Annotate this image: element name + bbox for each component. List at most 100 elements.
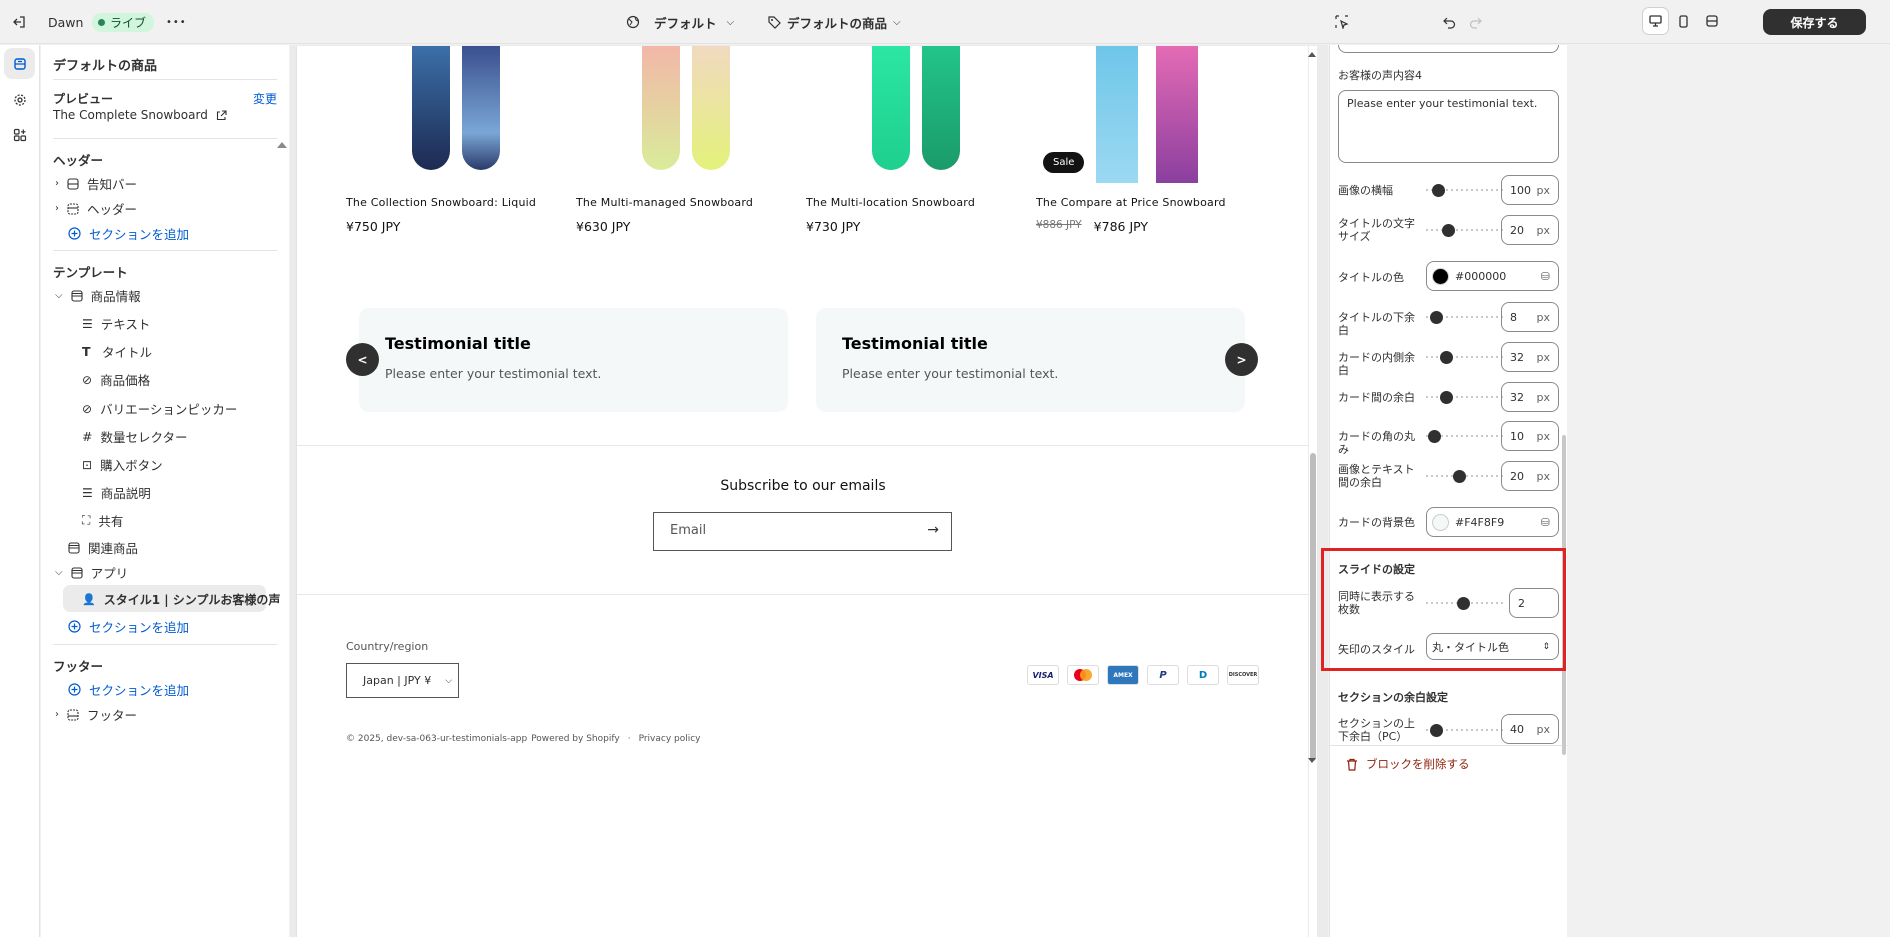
settings-nav-button[interactable]	[4, 84, 35, 115]
block-quantity-selector[interactable]: # 数量セレクター	[82, 427, 188, 446]
add-section-template-button[interactable]: セクションを追加	[68, 617, 189, 636]
title-bottom-input[interactable]: 8 px	[1501, 302, 1559, 332]
country-value: Japan | JPY ¥	[363, 674, 432, 687]
apps-nav-button[interactable]	[4, 119, 35, 150]
change-preview-link[interactable]: 変更	[253, 90, 277, 107]
add-section-label: セクションを追加	[89, 620, 190, 635]
product-card[interactable]: The Multi-managed Snowboard ¥630 JPY	[576, 46, 776, 234]
device-toggle	[1643, 8, 1724, 36]
inspector-button[interactable]	[1335, 0, 1349, 44]
card-padding-input[interactable]: 32 px	[1501, 342, 1559, 372]
color-swatch[interactable]	[1432, 513, 1449, 531]
sidebar-item-product-info[interactable]: ⌵ 商品情報	[55, 286, 141, 305]
image-text-gap-input[interactable]: 20 px	[1501, 461, 1559, 491]
product-name: The Multi-location Snowboard	[806, 196, 975, 209]
redo-button[interactable]	[1469, 0, 1482, 44]
block-share[interactable]: ⛶ 共有	[82, 511, 123, 530]
user-app-icon: 👤	[82, 593, 96, 606]
section-icon	[68, 541, 80, 554]
title-bottom-slider[interactable]	[1426, 310, 1504, 324]
sidebar-item-announcement-bar[interactable]: › 告知バー	[55, 174, 137, 193]
section-padding-pc-slider[interactable]	[1426, 723, 1504, 737]
country-selector[interactable]: Japan | JPY ¥ ⌵	[346, 663, 459, 698]
sidebar-item-apps[interactable]: ⌵ アプリ	[55, 563, 128, 582]
block-price[interactable]: ⊘ 商品価格	[82, 370, 150, 389]
block-buy-button[interactable]: ⊡ 購入ボタン	[82, 455, 163, 474]
slider-handle[interactable]	[1440, 391, 1453, 404]
sidebar-item-header[interactable]: › ヘッダー	[55, 199, 137, 218]
block-testimonials-app[interactable]: 👤 スタイル1 | シンプルお客様の声	[82, 591, 280, 608]
title-font-size-slider[interactable]	[1426, 223, 1504, 237]
mobile-view-button[interactable]	[1671, 8, 1696, 34]
testimonial-title-field[interactable]	[1338, 45, 1559, 53]
block-title[interactable]: T タイトル	[82, 342, 152, 361]
fullscreen-view-button[interactable]	[1699, 8, 1724, 34]
card-padding-slider[interactable]	[1426, 350, 1504, 364]
sections-nav-button[interactable]	[4, 48, 35, 79]
slider-handle[interactable]	[1430, 724, 1443, 737]
delete-block-button[interactable]: ブロックを削除する	[1346, 756, 1470, 772]
scroll-up-icon[interactable]	[1308, 52, 1316, 57]
title-color-picker[interactable]: #000000 ⛁	[1426, 261, 1559, 291]
slider-handle[interactable]	[1430, 311, 1443, 324]
desktop-view-button[interactable]	[1643, 8, 1668, 34]
more-actions-button[interactable]: •••	[166, 0, 187, 44]
block-variant-picker[interactable]: ⊘ バリエーションピッカー	[82, 399, 237, 418]
sidebar-item-footer[interactable]: › フッター	[55, 705, 137, 724]
scroll-up-icon[interactable]	[277, 142, 287, 148]
database-icon[interactable]: ⛁	[1541, 516, 1550, 529]
add-section-header-button[interactable]: セクションを追加	[68, 224, 189, 243]
separator-dot: ·	[627, 734, 631, 744]
email-field[interactable]: Email →	[653, 512, 952, 551]
exit-button[interactable]	[12, 0, 26, 44]
card-gap-input[interactable]: 32 px	[1501, 382, 1559, 412]
globe-icon	[626, 15, 640, 29]
product-card[interactable]: The Multi-location Snowboard ¥730 JPY	[806, 46, 1006, 234]
scroll-down-icon[interactable]	[1308, 758, 1316, 763]
slider-handle[interactable]	[1442, 224, 1455, 237]
image-width-slider[interactable]	[1426, 183, 1504, 197]
sidebar-item-related-products[interactable]: 関連商品	[68, 538, 138, 557]
compare-price: ¥886 JPY	[1036, 219, 1082, 231]
product-selector[interactable]: デフォルトの商品 ⌵	[768, 0, 901, 44]
card-radius-slider[interactable]	[1426, 429, 1504, 443]
divider	[53, 138, 277, 139]
preview-product-name: The Complete Snowboard	[53, 108, 208, 122]
database-icon[interactable]: ⛁	[1541, 270, 1550, 283]
view-selector[interactable]: デフォルト ⌵	[626, 0, 734, 44]
chevron-down-icon: ⌵	[55, 290, 63, 301]
product-card[interactable]: The Collection Snowboard: Liquid ¥750 JP…	[346, 46, 546, 234]
preview-scrollbar-thumb[interactable]	[1310, 453, 1316, 761]
save-button[interactable]: 保存する	[1763, 9, 1866, 35]
block-description[interactable]: ☰ 商品説明	[82, 483, 151, 502]
color-swatch[interactable]	[1432, 267, 1449, 285]
slider-handle[interactable]	[1432, 184, 1445, 197]
image-text-gap-slider[interactable]	[1426, 469, 1504, 483]
preview-product-link[interactable]: The Complete Snowboard	[53, 108, 227, 122]
mobile-icon	[1679, 14, 1688, 28]
section-padding-pc-input[interactable]: 40 px	[1501, 714, 1559, 744]
title-font-size-input[interactable]: 20 px	[1501, 215, 1559, 245]
slider-handle[interactable]	[1440, 351, 1453, 364]
slider-handle[interactable]	[1453, 470, 1466, 483]
image-width-input[interactable]: 100 px	[1501, 175, 1559, 205]
powered-by-link[interactable]: Powered by Shopify	[531, 734, 620, 744]
testimonial4-textarea[interactable]: Please enter your testimonial text.	[1338, 90, 1559, 163]
add-section-footer-button[interactable]: セクションを追加	[68, 680, 189, 699]
card-radius-input[interactable]: 10 px	[1501, 421, 1559, 451]
card-bg-color-picker[interactable]: #F4F8F9 ⛁	[1426, 507, 1559, 537]
privacy-policy-link[interactable]: Privacy policy	[639, 734, 701, 744]
sidebar-item-label: ヘッダー	[87, 202, 138, 217]
slider-handle[interactable]	[1428, 430, 1441, 443]
slider-next-button[interactable]: >	[1225, 343, 1258, 376]
undo-button[interactable]	[1443, 0, 1456, 44]
product-image	[346, 46, 546, 183]
type-icon: T	[82, 344, 91, 359]
divider	[1330, 745, 1567, 746]
block-label: 商品価格	[100, 373, 151, 388]
card-gap-slider[interactable]	[1426, 390, 1504, 404]
block-text[interactable]: ☰ テキスト	[82, 314, 150, 333]
input-value: 20	[1510, 469, 1524, 483]
arrow-right-icon[interactable]: →	[927, 522, 939, 538]
slider-prev-button[interactable]: <	[346, 343, 379, 376]
